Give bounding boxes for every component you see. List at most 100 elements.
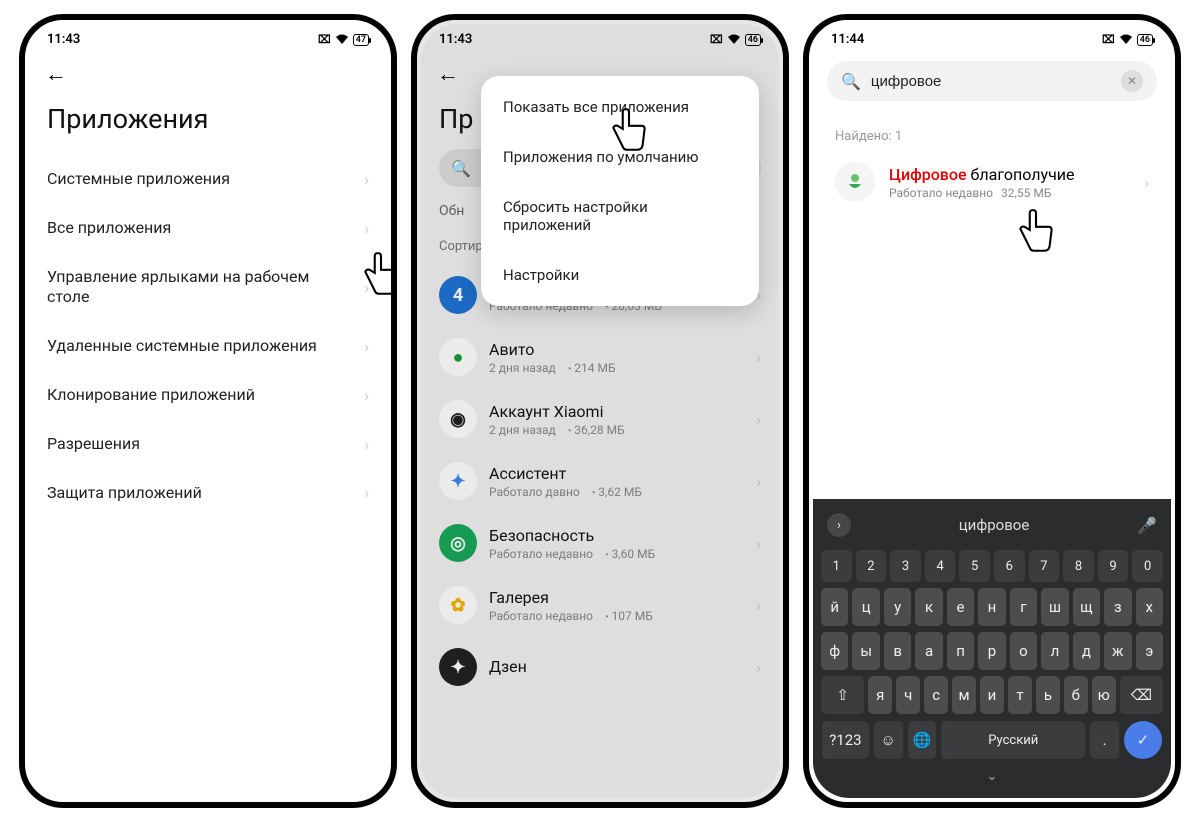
key-в[interactable]: в	[884, 632, 911, 670]
key-9[interactable]: 9	[1098, 550, 1129, 582]
key-н[interactable]: н	[978, 588, 1005, 626]
key-з[interactable]: з	[1104, 588, 1131, 626]
key-ь[interactable]: ь	[1036, 676, 1060, 714]
menu-show-all[interactable]: Показать все приложения	[481, 82, 759, 132]
key-ы[interactable]: ы	[852, 632, 879, 670]
key-у[interactable]: у	[884, 588, 911, 626]
space-key[interactable]: Русский	[941, 721, 1085, 759]
app-item[interactable]: ✦ Дзен ›	[421, 636, 779, 698]
key-т[interactable]: т	[1008, 676, 1032, 714]
app-item[interactable]: ● Авито 2 дня назад214 МБ ›	[421, 326, 779, 388]
status-bar: 11:44 ⌧ 46	[813, 24, 1171, 51]
key-ф[interactable]: ф	[821, 632, 848, 670]
key-ю[interactable]: ю	[1092, 676, 1116, 714]
kb-row-3: ⇧ ячсмитьбю ⌫	[817, 673, 1167, 717]
menu-reset[interactable]: Сбросить настройки приложений	[481, 182, 759, 250]
key-я[interactable]: я	[868, 676, 892, 714]
app-icon: ✦	[439, 462, 477, 500]
suggestion[interactable]: цифровое	[861, 516, 1127, 534]
key-м[interactable]: м	[952, 676, 976, 714]
row-deleted-system[interactable]: Удаленные системные приложения›	[29, 322, 387, 371]
row-system-apps[interactable]: Системные приложения›	[29, 155, 387, 204]
menu-default-apps[interactable]: Приложения по умолчанию	[481, 132, 759, 182]
search-input[interactable]	[871, 73, 1111, 90]
key-6[interactable]: 6	[994, 550, 1025, 582]
app-name: Дзен	[489, 657, 744, 676]
keyboard: › цифровое 🎤 1234567890 йцукенгшщзх фыва…	[813, 499, 1171, 798]
key-ш[interactable]: ш	[1041, 588, 1068, 626]
row-shortcuts[interactable]: Управление ярлыками на рабочем столе›	[29, 253, 387, 323]
key-и[interactable]: и	[980, 676, 1004, 714]
x-icon: ⌧	[710, 33, 723, 46]
chevron-right-icon: ›	[1144, 173, 1149, 192]
enter-key[interactable]: ✓	[1124, 721, 1162, 759]
key-э[interactable]: э	[1136, 632, 1163, 670]
app-item[interactable]: ✦ Ассистент Работало давно3,62 МБ ›	[421, 450, 779, 512]
search-icon: 🔍	[451, 159, 471, 178]
collapse-keyboard[interactable]: ⌄	[817, 763, 1167, 784]
row-clone[interactable]: Клонирование приложений›	[29, 371, 387, 420]
period-key[interactable]: .	[1090, 721, 1119, 759]
key-г[interactable]: г	[1010, 588, 1037, 626]
emoji-key[interactable]: ☺	[874, 721, 903, 759]
back-button[interactable]: ←	[45, 61, 67, 87]
app-item[interactable]: ◉ Аккаунт Xiaomi 2 дня назад36,28 МБ ›	[421, 388, 779, 450]
key-б[interactable]: б	[1064, 676, 1088, 714]
key-4[interactable]: 4	[925, 550, 956, 582]
key-1[interactable]: 1	[821, 550, 852, 582]
row-permissions[interactable]: Разрешения›	[29, 420, 387, 469]
key-0[interactable]: 0	[1132, 550, 1163, 582]
key-ж[interactable]: ж	[1104, 632, 1131, 670]
app-texts: Дзен	[489, 657, 744, 678]
row-protection[interactable]: Защита приложений›	[29, 469, 387, 518]
key-х[interactable]: х	[1136, 588, 1163, 626]
status-icons: ⌧ 47	[318, 33, 369, 46]
row-all-apps[interactable]: Все приложения›	[29, 204, 387, 253]
app-item[interactable]: ✿ Галерея Работало недавно107 МБ ›	[421, 574, 779, 636]
result-name: Цифровое благополучие	[889, 165, 1130, 184]
key-7[interactable]: 7	[1029, 550, 1060, 582]
key-2[interactable]: 2	[856, 550, 887, 582]
kb-row-2: фывапролджэ	[817, 629, 1167, 673]
kb-row-1: йцукенгшщзх	[817, 585, 1167, 629]
clock: 11:43	[47, 32, 80, 47]
x-icon: ⌧	[1102, 33, 1115, 46]
key-р[interactable]: р	[978, 632, 1005, 670]
key-ц[interactable]: ц	[852, 588, 879, 626]
key-к[interactable]: к	[915, 588, 942, 626]
key-л[interactable]: л	[1041, 632, 1068, 670]
key-о[interactable]: о	[1010, 632, 1037, 670]
wifi-icon	[1119, 34, 1133, 45]
app-item[interactable]: ◎ Безопасность Работало недавно3,60 МБ ›	[421, 512, 779, 574]
search-field[interactable]: 🔍 ✕	[827, 61, 1157, 101]
chevron-right-icon: ›	[756, 534, 761, 553]
phone-screen-3: 11:44 ⌧ 46 🔍 ✕ Найдено: 1 Цифровое благо…	[803, 14, 1181, 808]
shift-key[interactable]: ⇧	[821, 676, 864, 714]
key-д[interactable]: д	[1073, 632, 1100, 670]
key-а[interactable]: а	[915, 632, 942, 670]
battery-icon: 47	[353, 34, 369, 46]
back-button[interactable]: ←	[437, 61, 459, 87]
key-й[interactable]: й	[821, 588, 848, 626]
chevron-right-icon: ›	[364, 170, 369, 189]
key-5[interactable]: 5	[959, 550, 990, 582]
key-8[interactable]: 8	[1063, 550, 1094, 582]
expand-button[interactable]: ›	[827, 513, 851, 537]
key-щ[interactable]: щ	[1073, 588, 1100, 626]
key-п[interactable]: п	[947, 632, 974, 670]
key-3[interactable]: 3	[890, 550, 921, 582]
mic-icon[interactable]: 🎤	[1137, 516, 1157, 535]
result-item[interactable]: Цифровое благополучие Работало недавно32…	[813, 152, 1171, 212]
key-е[interactable]: е	[947, 588, 974, 626]
backspace-key[interactable]: ⌫	[1120, 676, 1163, 714]
switch-key[interactable]: ?123	[822, 721, 869, 759]
app-texts: Галерея Работало недавно107 МБ	[489, 588, 744, 623]
chevron-right-icon: ›	[364, 337, 369, 356]
menu-settings[interactable]: Настройки	[481, 250, 759, 300]
key-ч[interactable]: ч	[896, 676, 920, 714]
key-с[interactable]: с	[924, 676, 948, 714]
clock: 11:43	[439, 32, 472, 47]
tab-update[interactable]: Обн	[439, 203, 464, 219]
clear-button[interactable]: ✕	[1121, 70, 1143, 92]
globe-key[interactable]: 🌐	[908, 721, 937, 759]
